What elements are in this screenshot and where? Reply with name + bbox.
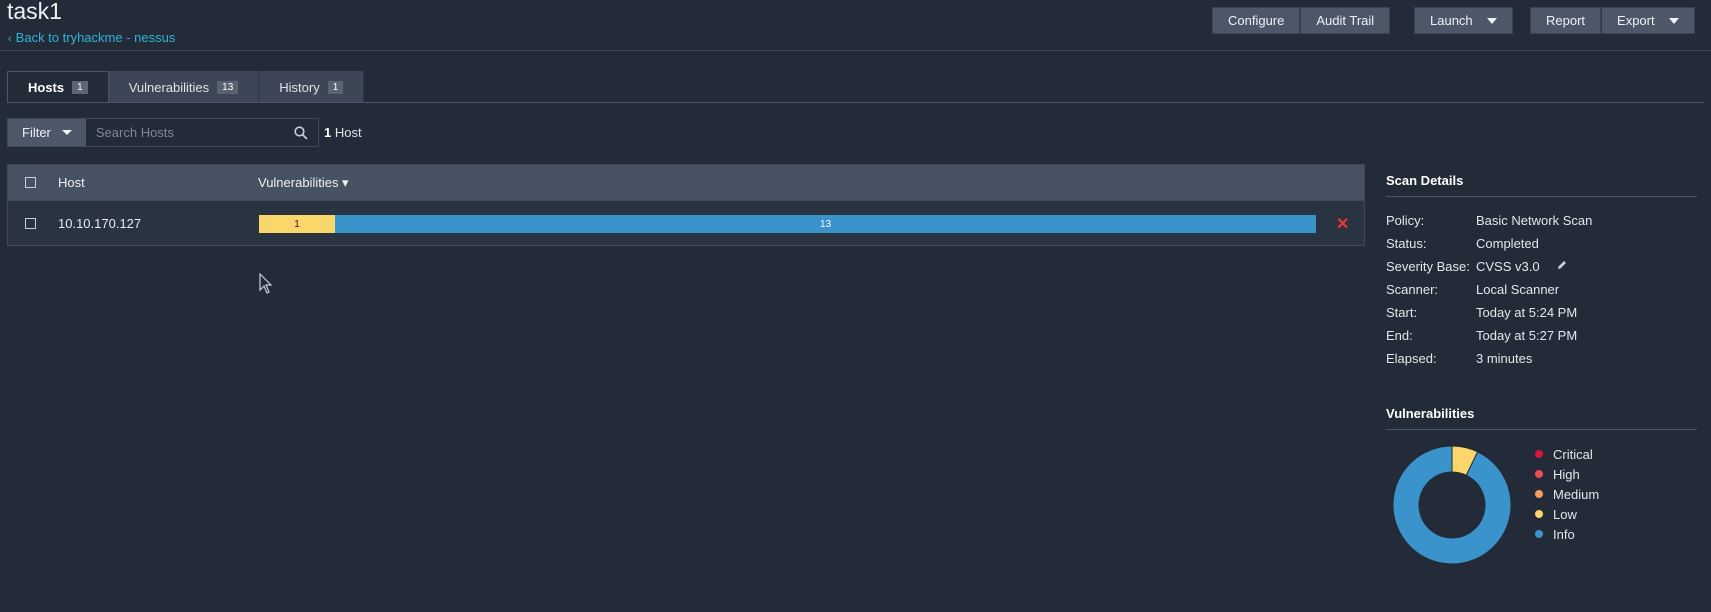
tab-vulnerabilities[interactable]: Vulnerabilities 13 [108, 71, 260, 103]
launch-label: Launch [1430, 13, 1473, 28]
table-row[interactable]: 10.10.170.127 1 13 ✕ [8, 200, 1364, 245]
tab-label: Vulnerabilities [128, 79, 210, 95]
detail-row-severity: Severity Base: CVSS v3.0 [1386, 255, 1697, 278]
detail-value: Today at 5:24 PM [1476, 305, 1578, 320]
chevron-left-icon: ‹ [8, 33, 12, 45]
vulnerabilities-column-header[interactable]: Vulnerabilities ▾ [258, 175, 349, 191]
detail-key: End: [1386, 328, 1413, 343]
host-count-number: 1 [324, 125, 332, 140]
tab-history[interactable]: History 1 [259, 71, 365, 103]
search-icon[interactable] [294, 125, 308, 140]
page-title: task1 [7, 0, 62, 24]
scan-details-title: Scan Details [1386, 173, 1464, 188]
audit-trail-button[interactable]: Audit Trail [1300, 7, 1391, 34]
caret-down-icon [1486, 17, 1497, 24]
back-link[interactable]: ‹ Back to tryhackme - nessus [8, 30, 175, 45]
legend-item-low[interactable]: Low [1535, 504, 1599, 524]
detail-key: Policy: [1386, 213, 1425, 228]
search-input[interactable] [95, 125, 276, 140]
detail-key: Severity Base: [1386, 259, 1470, 274]
detail-key: Status: [1386, 236, 1427, 251]
legend-label: Critical [1553, 446, 1593, 462]
legend-label: Info [1553, 526, 1575, 542]
tab-hosts[interactable]: Hosts 1 [7, 71, 109, 103]
host-count-text: Host [334, 125, 362, 140]
detail-value: 3 minutes [1476, 351, 1533, 366]
configure-button[interactable]: Configure [1212, 7, 1301, 34]
legend-label: High [1553, 466, 1580, 482]
tab-label: Hosts [28, 79, 65, 95]
detail-key: Elapsed: [1386, 351, 1437, 366]
export-label: Export [1617, 13, 1655, 28]
detail-row-scanner: Scanner: Local Scanner [1386, 278, 1697, 301]
filter-label: Filter [22, 125, 51, 140]
report-button[interactable]: Report [1530, 7, 1602, 34]
tab-label: History [279, 79, 320, 95]
detail-key: Scanner: [1386, 282, 1439, 297]
legend-dot [1535, 490, 1543, 498]
table-header: Host Vulnerabilities ▾ [8, 165, 1364, 200]
row-checkbox[interactable] [25, 217, 36, 229]
filter-button[interactable]: Filter [8, 119, 86, 146]
detail-row-policy: Policy: Basic Network Scan [1386, 209, 1697, 232]
divider [1386, 196, 1697, 197]
detail-value: Basic Network Scan [1476, 213, 1593, 228]
detail-value: Local Scanner [1476, 282, 1560, 297]
count-badge: 1 [327, 80, 344, 94]
legend-item-info[interactable]: Info [1535, 524, 1599, 544]
detail-value: Completed [1476, 236, 1539, 251]
mouse-cursor-icon [259, 273, 273, 294]
back-link-label: Back to tryhackme - nessus [15, 30, 176, 45]
detail-row-end: End: Today at 5:27 PM [1386, 324, 1697, 347]
header-divider [0, 50, 1711, 51]
hosts-table: Host Vulnerabilities ▾ 10.10.170.127 1 1… [7, 164, 1365, 246]
scan-details-panel: Scan Details Policy: Basic Network Scan S… [1386, 173, 1697, 370]
detail-row-start: Start: Today at 5:24 PM [1386, 301, 1697, 324]
caret-down-icon [1668, 17, 1679, 24]
count-badge: 1 [72, 80, 88, 94]
divider [1386, 429, 1697, 430]
launch-button[interactable]: Launch [1414, 7, 1513, 34]
legend-dot [1535, 510, 1543, 518]
detail-value: Today at 5:27 PM [1476, 328, 1578, 343]
export-button[interactable]: Export [1601, 7, 1695, 34]
filter-bar: Filter [7, 118, 319, 147]
count-badge: 13 [217, 80, 239, 94]
legend-dot [1535, 470, 1543, 478]
low-segment[interactable]: 1 [259, 215, 335, 233]
legend-item-critical[interactable]: Critical [1535, 444, 1599, 464]
legend-item-medium[interactable]: Medium [1535, 484, 1599, 504]
donut-slice-info[interactable] [1392, 445, 1512, 565]
search-box [85, 119, 318, 146]
pencil-icon[interactable] [1556, 259, 1568, 274]
host-count: 1 Host [324, 125, 362, 140]
legend-label: Low [1553, 506, 1577, 522]
info-segment[interactable]: 13 [335, 215, 1316, 233]
delete-host-icon[interactable]: ✕ [1336, 214, 1349, 234]
detail-row-status: Status: Completed [1386, 232, 1697, 255]
detail-value: CVSS v3.0 [1476, 259, 1540, 274]
chart-legend: Critical High Medium Low Info [1535, 444, 1599, 544]
tab-bar: Hosts 1 Vulnerabilities 13 History 1 [7, 71, 365, 103]
caret-down-icon [61, 130, 72, 135]
legend-dot [1535, 530, 1543, 538]
legend-dot [1535, 450, 1543, 458]
legend-label: Medium [1553, 486, 1600, 502]
host-column-header[interactable]: Host [58, 175, 85, 190]
vulnerability-donut-chart[interactable] [1390, 443, 1514, 567]
vulnerabilities-panel-title: Vulnerabilities [1386, 406, 1475, 421]
tabs-divider [7, 102, 1704, 103]
vulnerability-bar[interactable]: 1 13 [259, 215, 1316, 233]
legend-item-high[interactable]: High [1535, 464, 1599, 484]
vulnerabilities-panel: Vulnerabilities [1386, 406, 1697, 442]
host-ip[interactable]: 10.10.170.127 [58, 216, 141, 231]
detail-row-elapsed: Elapsed: 3 minutes [1386, 347, 1697, 370]
detail-key: Start: [1386, 305, 1418, 320]
select-all-checkbox[interactable] [25, 177, 36, 188]
